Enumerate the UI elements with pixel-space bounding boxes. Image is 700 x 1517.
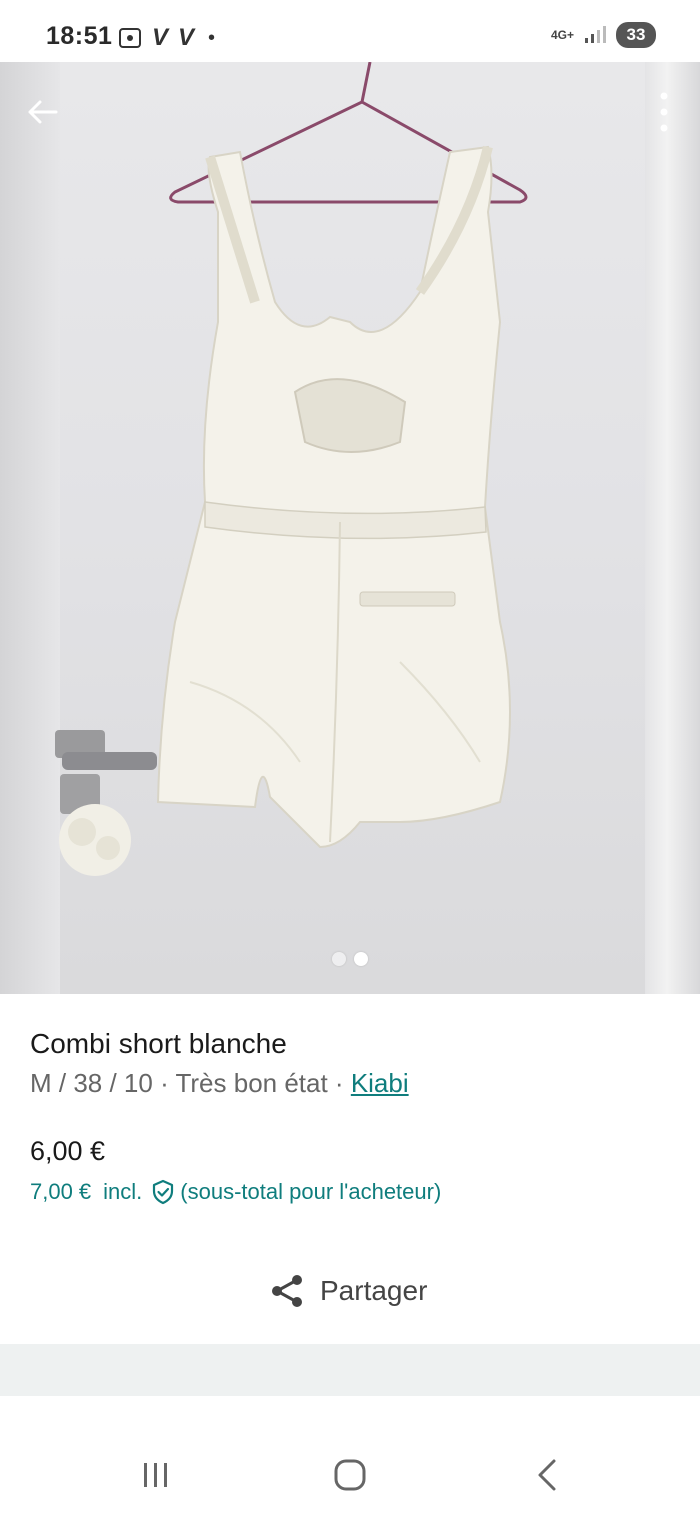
status-system-icons: 4G+ 33 (551, 22, 656, 48)
home-icon[interactable] (330, 1455, 370, 1495)
section-divider (0, 1344, 700, 1396)
price-incl-label: incl. (103, 1179, 143, 1204)
product-photo (55, 62, 528, 876)
product-title: Combi short blanche (30, 1028, 287, 1059)
share-button[interactable]: Partager (268, 1272, 427, 1310)
battery-indicator: 33 (616, 22, 656, 48)
brand-link[interactable]: Kiabi (351, 1068, 409, 1098)
v-app-icon: V (178, 24, 195, 51)
product-details: M / 38 / 10 · Très bon état · Kiabi (30, 1068, 409, 1099)
system-back-icon[interactable] (528, 1455, 568, 1495)
system-navigation-bar (0, 1397, 700, 1517)
carousel-dot-active[interactable] (354, 952, 368, 966)
status-bar: 18:51 V V • 4G+ 33 (0, 0, 700, 62)
more-options-icon[interactable] (658, 90, 670, 134)
price-incl-amount: 7,00 € (30, 1179, 92, 1204)
price-incl-note: (sous-total pour l'acheteur) (180, 1179, 442, 1204)
share-icon (272, 1275, 302, 1307)
recent-apps-icon[interactable] (136, 1455, 176, 1495)
network-type: 4G+ (550, 27, 574, 42)
v-app-icon: V (152, 24, 169, 51)
screenshot-icon (119, 28, 141, 48)
signal-icon (585, 26, 606, 43)
product-size-condition: M / 38 / 10 · Très bon état · (30, 1068, 351, 1098)
back-arrow-icon[interactable] (24, 94, 60, 130)
status-notification-icons: V V • (118, 24, 215, 52)
share-label: Partager (320, 1275, 428, 1306)
product-price: 6,00 € (30, 1136, 106, 1166)
buyer-protection-price[interactable]: 7,00 € incl. (sous-total pour l'acheteur… (30, 1179, 441, 1205)
shield-check-icon (153, 1179, 174, 1205)
carousel-page-indicator (0, 952, 700, 966)
carousel-dot[interactable] (332, 952, 346, 966)
more-notifications-icon: • (208, 26, 216, 49)
status-time: 18:51 (46, 22, 113, 50)
product-photo-carousel[interactable] (0, 62, 700, 994)
